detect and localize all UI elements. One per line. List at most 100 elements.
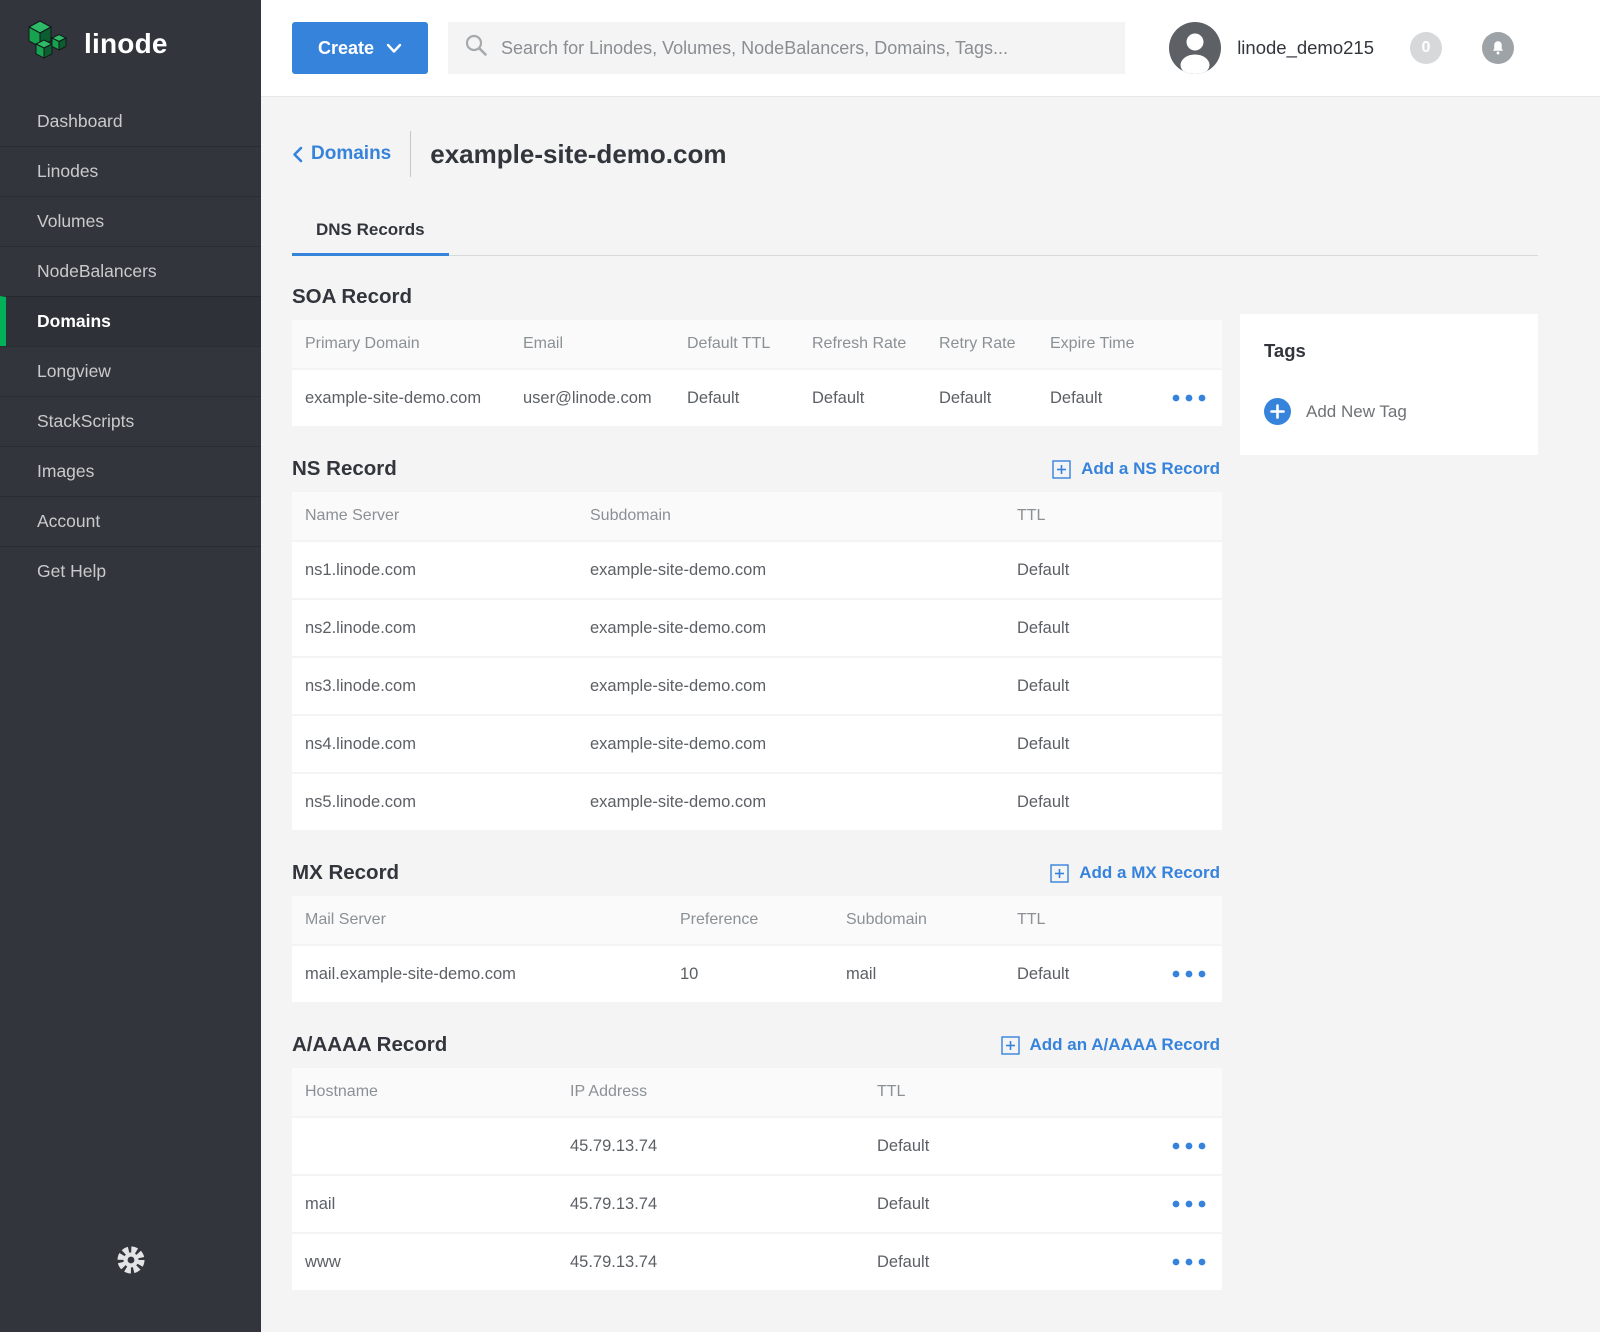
a-section-title: A/AAAA Record	[292, 1033, 447, 1057]
side-column: Tags Add New Tag	[1240, 256, 1538, 1290]
table-cell: Default	[864, 1137, 1158, 1156]
sidebar-item-get-help[interactable]: Get Help	[0, 546, 261, 596]
sidebar-item-account[interactable]: Account	[0, 496, 261, 546]
row-actions-menu-button[interactable]	[1158, 970, 1222, 978]
linode-cubes-icon	[25, 18, 71, 69]
breadcrumb-divider	[410, 131, 411, 177]
table-header-row: HostnameIP AddressTTL	[292, 1068, 1222, 1116]
table-cell: ns3.linode.com	[292, 677, 577, 696]
table-row: ns5.linode.comexample-site-demo.comDefau…	[292, 772, 1222, 830]
ns-record-table: Name ServerSubdomainTTLns1.linode.comexa…	[292, 492, 1222, 830]
column-header: TTL	[1004, 911, 1158, 929]
user-avatar[interactable]	[1169, 22, 1221, 74]
soa-record-table: Primary DomainEmailDefault TTLRefresh Ra…	[292, 320, 1222, 426]
sidebar: linode DashboardLinodesVolumesNodeBalanc…	[0, 0, 261, 1332]
table-row: www45.79.13.74Default	[292, 1232, 1222, 1290]
table-cell: example-site-demo.com	[577, 677, 1004, 696]
table-header-row: Primary DomainEmailDefault TTLRefresh Ra…	[292, 320, 1222, 368]
column-header: Retry Rate	[926, 335, 1037, 353]
table-cell: ns5.linode.com	[292, 793, 577, 812]
column-header: Preference	[667, 911, 833, 929]
ns-section-head: NS Record Add a NS Record	[292, 454, 1222, 484]
add-new-tag-button[interactable]: Add New Tag	[1264, 398, 1514, 425]
table-cell: Default	[864, 1253, 1158, 1272]
column-header: Primary Domain	[292, 335, 510, 353]
table-cell: Default	[1004, 793, 1222, 812]
notification-count-badge[interactable]: 0	[1410, 32, 1442, 64]
add-ns-record-label: Add a NS Record	[1081, 459, 1220, 479]
table-cell: Default	[1037, 389, 1158, 408]
add-a-record-button[interactable]: Add an A/AAAA Record	[1001, 1035, 1222, 1055]
tab-dns-records[interactable]: DNS Records	[292, 206, 449, 256]
breadcrumb-back-link[interactable]: Domains	[292, 143, 391, 165]
sidebar-item-dashboard[interactable]: Dashboard	[0, 97, 261, 146]
ns-section-title: NS Record	[292, 457, 397, 481]
mx-record-table: Mail ServerPreferenceSubdomainTTLmail.ex…	[292, 896, 1222, 1002]
chevron-left-icon	[292, 146, 303, 163]
notification-bell-icon[interactable]	[1482, 32, 1514, 64]
sidebar-item-nodebalancers[interactable]: NodeBalancers	[0, 246, 261, 296]
column-header: Subdomain	[833, 911, 1004, 929]
row-actions-menu-button[interactable]	[1158, 1258, 1222, 1266]
search-input[interactable]	[501, 38, 1109, 59]
content: Domains example-site-demo.com DNS Record…	[261, 97, 1600, 1332]
table-cell: Default	[1004, 677, 1222, 696]
tab-bar: DNS Records	[292, 206, 1538, 256]
sidebar-item-linodes[interactable]: Linodes	[0, 146, 261, 196]
tags-title: Tags	[1264, 340, 1514, 362]
table-cell: example-site-demo.com	[577, 735, 1004, 754]
sidebar-nav: DashboardLinodesVolumesNodeBalancersDoma…	[0, 97, 261, 596]
table-cell: ns4.linode.com	[292, 735, 577, 754]
table-cell: mail	[292, 1195, 557, 1214]
sidebar-item-images[interactable]: Images	[0, 446, 261, 496]
username[interactable]: linode_demo215	[1237, 37, 1374, 59]
column-header: Default TTL	[674, 335, 799, 353]
table-row: ns3.linode.comexample-site-demo.comDefau…	[292, 656, 1222, 714]
table-cell: example-site-demo.com	[292, 389, 510, 408]
row-actions-menu-button[interactable]	[1158, 1200, 1222, 1208]
table-row: mail45.79.13.74Default	[292, 1174, 1222, 1232]
table-cell: example-site-demo.com	[577, 619, 1004, 638]
column-header: Expire Time	[1037, 335, 1158, 353]
table-cell: example-site-demo.com	[577, 561, 1004, 580]
page-title: example-site-demo.com	[430, 139, 726, 170]
table-header-row: Name ServerSubdomainTTL	[292, 492, 1222, 540]
column-header: Name Server	[292, 507, 577, 525]
table-cell: 45.79.13.74	[557, 1253, 864, 1272]
table-row: ns4.linode.comexample-site-demo.comDefau…	[292, 714, 1222, 772]
breadcrumb: Domains example-site-demo.com	[292, 130, 1538, 178]
add-ns-record-button[interactable]: Add a NS Record	[1052, 459, 1222, 479]
settings-gear-icon[interactable]	[116, 1245, 146, 1280]
column-header: IP Address	[557, 1083, 864, 1101]
row-actions-menu-button[interactable]	[1158, 1142, 1222, 1150]
table-cell: 45.79.13.74	[557, 1195, 864, 1214]
create-button[interactable]: Create	[292, 22, 428, 74]
app-root: linode DashboardLinodesVolumesNodeBalanc…	[0, 0, 1600, 1332]
table-cell: Default	[1004, 561, 1222, 580]
soa-section-title: SOA Record	[292, 285, 412, 309]
user-area: linode_demo215 0	[1169, 22, 1514, 74]
page: Create linode_demo215 0	[261, 0, 1600, 1332]
table-cell: mail.example-site-demo.com	[292, 965, 667, 984]
table-cell: 45.79.13.74	[557, 1137, 864, 1156]
logo-wordmark: linode	[84, 28, 168, 60]
table-row: 45.79.13.74Default	[292, 1116, 1222, 1174]
table-cell: Default	[799, 389, 926, 408]
add-a-record-label: Add an A/AAAA Record	[1030, 1035, 1220, 1055]
column-header: Hostname	[292, 1083, 557, 1101]
column-header: TTL	[1004, 507, 1222, 525]
a-record-table: HostnameIP AddressTTL45.79.13.74Defaultm…	[292, 1068, 1222, 1290]
search-bar	[448, 22, 1125, 74]
plus-square-icon	[1050, 864, 1069, 883]
row-actions-menu-button[interactable]	[1158, 394, 1222, 402]
table-row: mail.example-site-demo.com10mailDefault	[292, 944, 1222, 1002]
sidebar-item-domains[interactable]: Domains	[0, 296, 261, 346]
sidebar-item-volumes[interactable]: Volumes	[0, 196, 261, 246]
add-mx-record-button[interactable]: Add a MX Record	[1050, 863, 1222, 883]
sidebar-item-stackscripts[interactable]: StackScripts	[0, 396, 261, 446]
table-cell: 10	[667, 965, 833, 984]
table-cell: www	[292, 1253, 557, 1272]
linode-logo[interactable]: linode	[0, 0, 261, 89]
column-header: Refresh Rate	[799, 335, 926, 353]
sidebar-item-longview[interactable]: Longview	[0, 346, 261, 396]
